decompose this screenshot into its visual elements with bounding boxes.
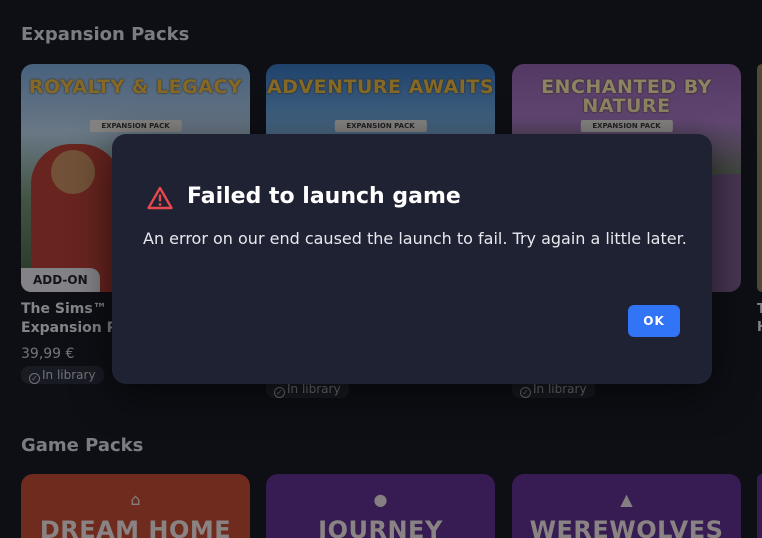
error-dialog: Failed to launch game An error on our en… <box>112 134 712 384</box>
ok-button[interactable]: OK <box>628 305 680 337</box>
dialog-title: Failed to launch game <box>187 184 461 209</box>
warning-icon <box>147 186 173 210</box>
dialog-message: An error on our end caused the launch to… <box>143 229 687 248</box>
